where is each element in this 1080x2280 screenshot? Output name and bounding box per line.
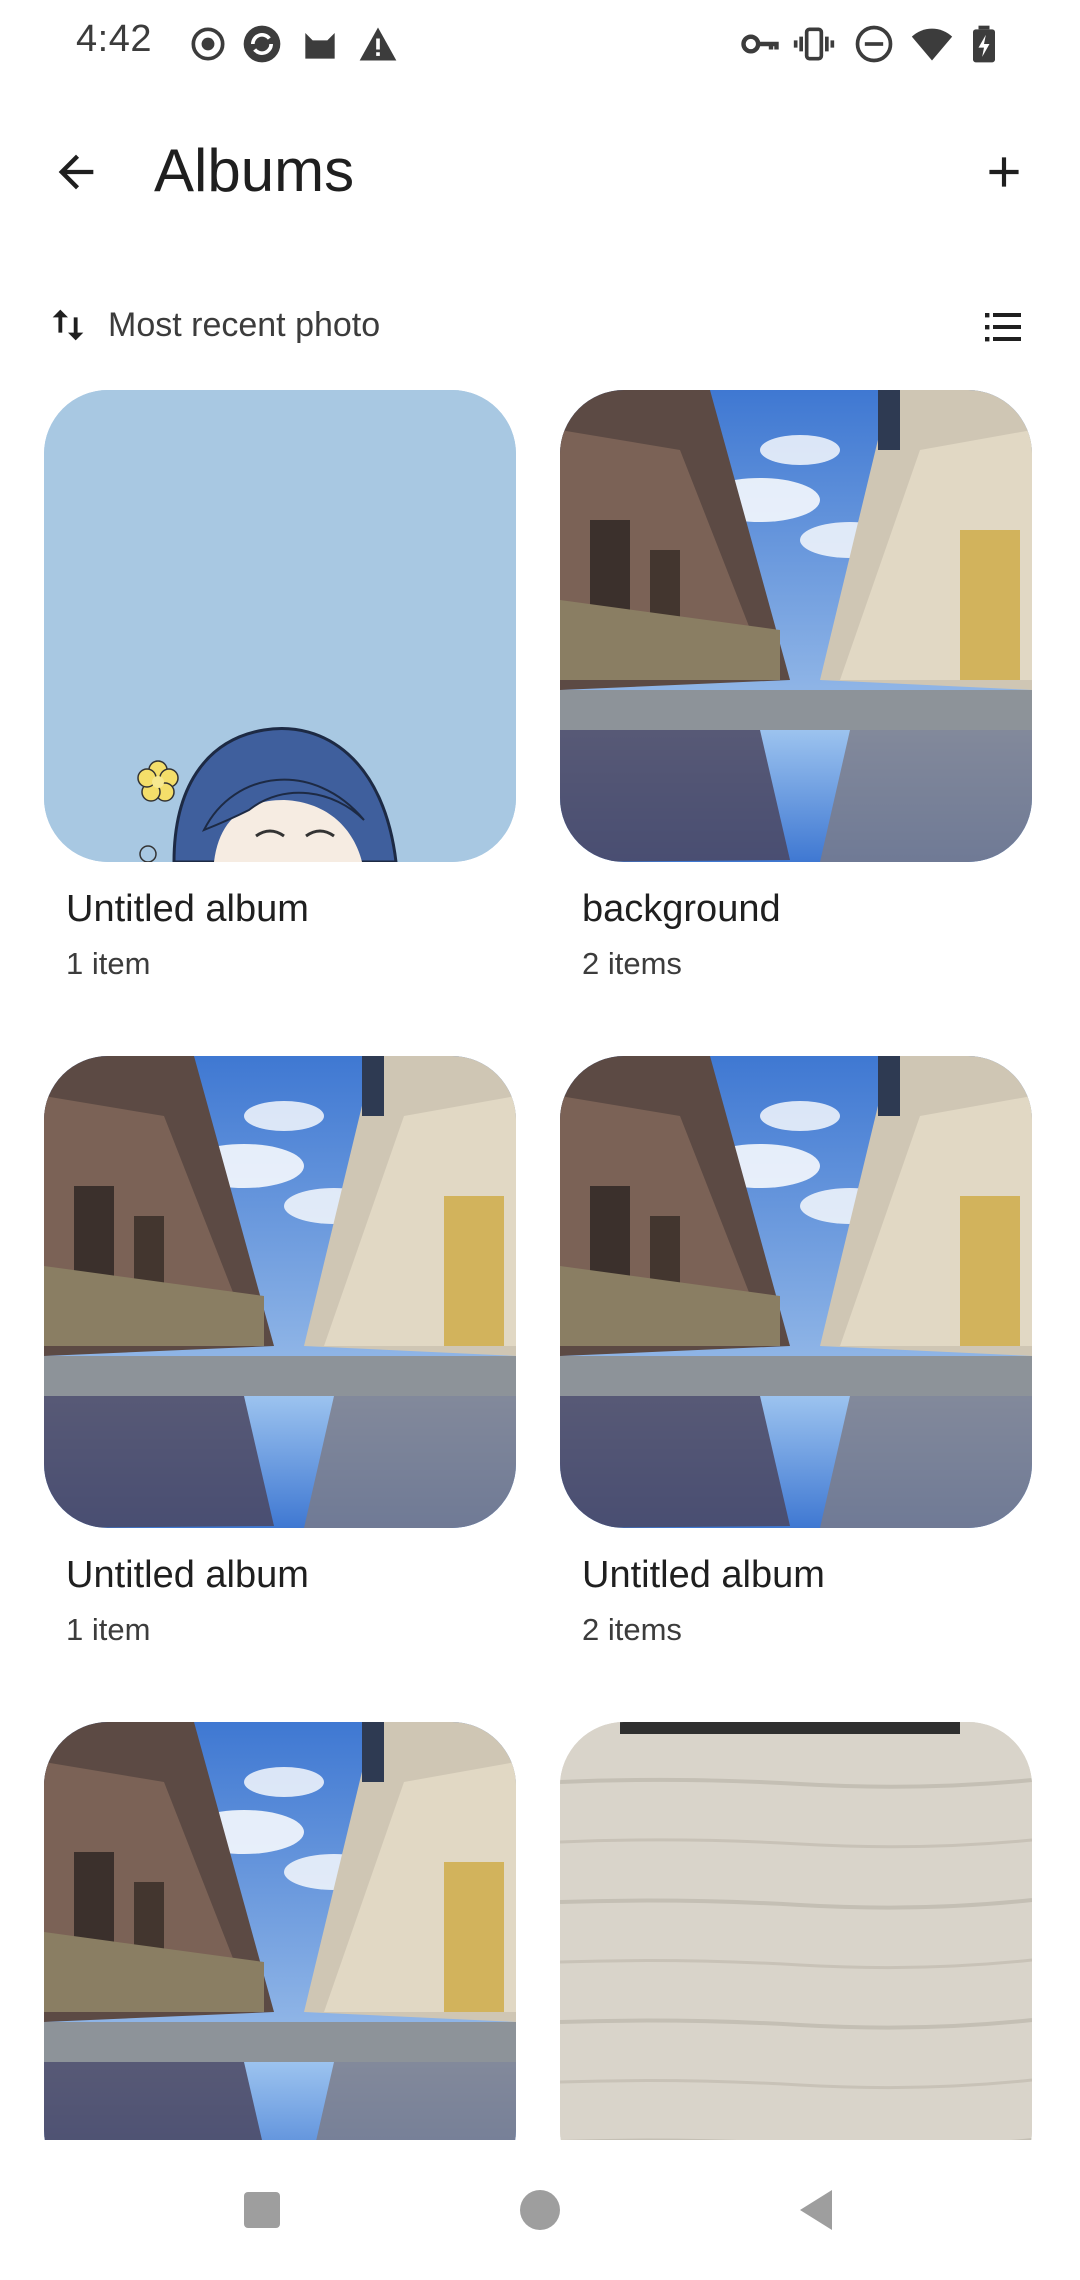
status-time: 4:42: [76, 18, 152, 60]
vpn-key-icon: [738, 22, 782, 66]
cat-app-icon: [298, 22, 342, 66]
album-thumbnail: [44, 1722, 516, 2194]
album-card[interactable]: Untitled album 2 items: [560, 1056, 1032, 1647]
page-title: Albums: [154, 137, 355, 204]
arrow-back-icon: [58, 154, 94, 190]
add-album-button[interactable]: [964, 132, 1044, 212]
warning-icon: [356, 22, 400, 66]
album-title: Untitled album: [66, 1554, 309, 1596]
recents-square-icon: [244, 2192, 280, 2228]
album-thumbnail: [44, 1056, 516, 1528]
back-button[interactable]: [36, 132, 116, 212]
home-circle-icon: [520, 2190, 560, 2230]
recents-button[interactable]: [227, 2175, 297, 2245]
battery-charging-icon: [962, 22, 1006, 66]
album-thumbnail: [560, 1056, 1032, 1528]
album-card[interactable]: [44, 1722, 516, 2194]
app-bar: Albums: [0, 110, 1080, 230]
album-count: 1 item: [66, 946, 151, 981]
album-count: 1 item: [66, 1612, 151, 1647]
albums-screen: 4:42 Albums Most recent photo Untitled a…: [0, 0, 1080, 2280]
back-triangle-icon: [800, 2190, 832, 2230]
album-card[interactable]: Untitled album 1 item: [44, 1056, 516, 1647]
album-title: Untitled album: [66, 888, 309, 930]
album-title: background: [582, 888, 781, 930]
list-view-icon: [985, 313, 1021, 342]
album-thumbnail: [560, 390, 1032, 862]
home-button[interactable]: [505, 2175, 575, 2245]
album-count: 2 items: [582, 946, 682, 981]
sort-label: Most recent photo: [108, 305, 381, 344]
album-thumbnail: [44, 390, 516, 862]
list-view-button[interactable]: [968, 292, 1038, 362]
sort-icon: [40, 297, 96, 353]
album-card[interactable]: [560, 1722, 1032, 2194]
album-card[interactable]: background 2 items: [560, 390, 1032, 981]
vibrate-icon: [792, 22, 836, 66]
sort-button[interactable]: Most recent photo: [40, 290, 380, 360]
nav-back-button[interactable]: [781, 2175, 851, 2245]
record-icon: [186, 22, 230, 66]
album-thumbnail: [560, 1722, 1032, 2194]
wifi-icon: [910, 22, 954, 66]
add-icon: [989, 157, 1019, 187]
album-title: Untitled album: [582, 1554, 825, 1596]
sync-icon: [240, 22, 284, 66]
do-not-disturb-icon: [852, 22, 896, 66]
album-card[interactable]: Untitled album 1 item: [44, 390, 516, 981]
status-bar: 4:42: [0, 0, 1080, 88]
album-count: 2 items: [582, 1612, 682, 1647]
navigation-bar: [0, 2140, 1080, 2280]
